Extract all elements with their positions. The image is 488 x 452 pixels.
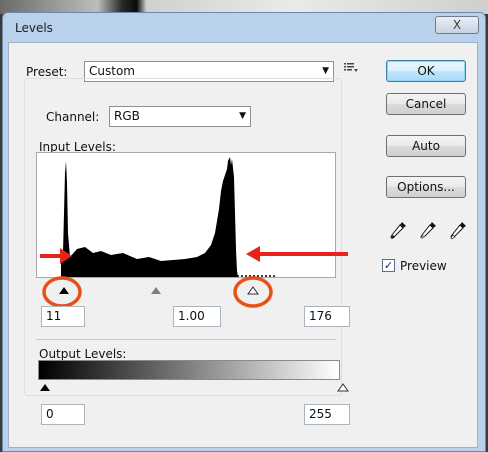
white-eyedropper-icon[interactable] <box>448 220 468 242</box>
dialog-title: Levels <box>15 21 53 35</box>
gamma-slider <box>151 287 161 294</box>
close-icon: X <box>452 18 462 32</box>
input-black-field[interactable]: 11 <box>41 306 85 327</box>
cancel-button[interactable]: Cancel <box>386 93 466 115</box>
output-white-slider <box>337 383 349 392</box>
preset-options-icon[interactable] <box>343 60 359 77</box>
left-arrow-annotation <box>40 248 72 264</box>
output-black-slider <box>40 384 50 391</box>
dropdown-arrow-icon: ▼ <box>239 111 246 121</box>
gray-eyedropper-icon[interactable] <box>418 220 438 242</box>
preview-label: Preview <box>400 259 447 273</box>
white-point-highlight-circle <box>233 276 273 308</box>
output-slider[interactable] <box>38 381 350 393</box>
output-gradient-bar <box>38 360 340 380</box>
close-button[interactable]: X <box>435 16 479 34</box>
black-eyedropper-icon[interactable] <box>388 220 408 242</box>
preset-value: Custom <box>89 64 135 78</box>
input-gamma-field[interactable]: 1.00 <box>173 306 221 327</box>
histogram-shape <box>61 157 238 277</box>
output-black-field[interactable]: 0 <box>41 404 85 425</box>
channel-label: Channel: <box>44 110 102 124</box>
channel-value: RGB <box>114 109 140 123</box>
output-white-field[interactable]: 255 <box>304 404 350 425</box>
title-bar: Levels X <box>3 13 485 39</box>
right-arrow-annotation <box>246 246 348 262</box>
black-point-highlight-circle <box>42 276 82 308</box>
options-button[interactable]: Options... <box>386 176 466 198</box>
ok-button[interactable]: OK <box>386 60 466 82</box>
channel-select[interactable]: RGB ▼ <box>109 106 251 127</box>
preset-label: Preset: <box>26 65 68 79</box>
preview-checkbox[interactable]: ✓ <box>382 259 395 272</box>
section-divider <box>36 339 336 340</box>
auto-button[interactable]: Auto <box>386 135 466 157</box>
input-white-field[interactable]: 176 <box>304 306 350 327</box>
output-levels-label: Output Levels: <box>39 347 127 361</box>
